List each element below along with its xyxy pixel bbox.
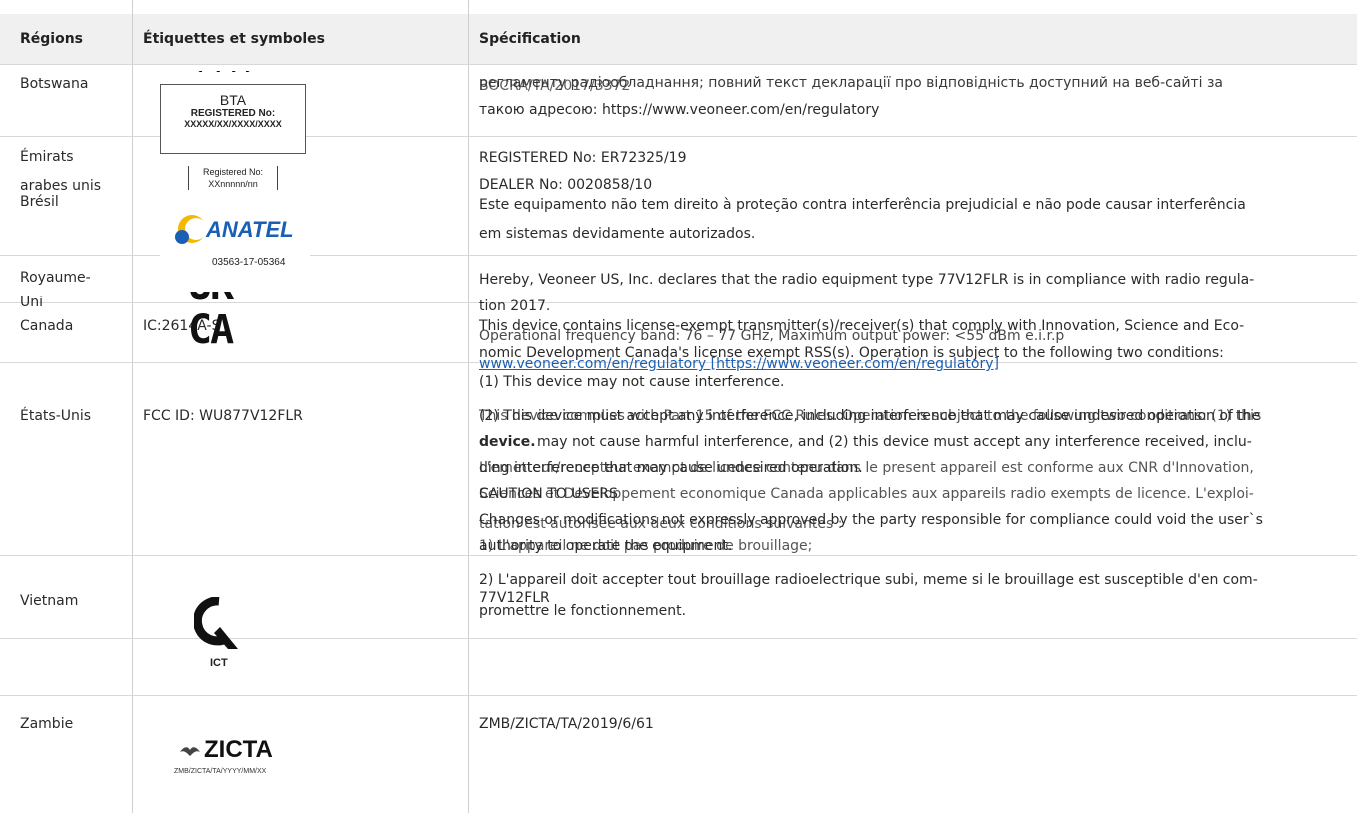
zicta-code: ZMB/ZICTA/TA/YYYY/MM/XX <box>174 768 267 775</box>
region-uk-1: Royaume- <box>20 270 91 286</box>
header-regions: Régions <box>20 31 84 47</box>
spec-zambia-line1: ZMB/ZICTA/TA/2019/6/61 <box>479 716 654 732</box>
label-usa-fcc: FCC ID: WU877V12FLR <box>143 408 303 424</box>
zicta-eagle-icon <box>180 747 200 756</box>
ict-logo: ICT <box>186 597 266 669</box>
spec-usa-overlap-5b: tation est autorisee aux deux conditions… <box>479 516 843 532</box>
spec-emirates-line2: DEALER No: 0020858/10 <box>479 177 653 193</box>
zicta-logo: ZICTA ZMB/ZICTA/TA/YYYY/MM/XX <box>170 736 290 776</box>
bta-code: XXXXX/XX/XXXX/XXXX <box>184 119 282 129</box>
region-emirates-1: Émirats <box>20 149 74 165</box>
ict-q-icon <box>194 597 238 649</box>
spec-usa-overlap-4b: Sciences et Developpement economique Can… <box>479 486 1254 502</box>
header-labels: Étiquettes et symboles <box>143 31 325 47</box>
bta-emblem-icon <box>196 64 256 72</box>
spec-emirates-line1: REGISTERED No: ER72325/19 <box>479 150 687 166</box>
spec-brazil-line1: Este equipamento não tem direito à prote… <box>479 197 1246 213</box>
spec-usa-line7: 2) L'appareil doit accepter tout brouill… <box>479 572 1258 588</box>
uae-registered: Registered No: <box>202 167 264 177</box>
spec-usa-device: device. <box>479 434 536 450</box>
region-uk-2: Uni <box>20 296 44 306</box>
anatel-mark-icon <box>175 215 207 244</box>
spec-usa-line8: promettre le fonctionnement. <box>479 603 687 619</box>
zicta-brand: ZICTA <box>204 736 273 763</box>
anatel-logo: ANATEL 03563-17-05364 <box>160 191 310 271</box>
spec-botswana-overlap-b: BOCRA/TA/2017/3372 <box>479 78 631 94</box>
region-vietnam: Vietnam <box>20 593 79 609</box>
veoneer-regulatory-link[interactable]: www.veoneer.com/en/regulatory [https://w… <box>479 356 999 372</box>
region-botswana: Botswana <box>20 76 89 92</box>
ukca-bottom: CA <box>188 307 234 353</box>
region-emirates-2: arabes unis <box>20 178 102 194</box>
ict-text: ICT <box>210 657 228 669</box>
spec-usa-line2: may not cause harmful interference, and … <box>537 434 1252 450</box>
region-canada: Canada <box>20 318 74 334</box>
region-zambia: Zambie <box>20 716 74 732</box>
spec-uk-line1: Hereby, Veoneer US, Inc. declares that t… <box>479 272 1255 288</box>
spec-canada-line3: (1) This device may not cause interferen… <box>479 374 785 390</box>
region-brazil: Brésil <box>20 194 59 210</box>
ukca-top: UK <box>188 292 234 306</box>
row-divider <box>0 695 1357 696</box>
uae-label-logo: Registered No: XXnnnnn/nn <box>188 166 278 190</box>
column-divider <box>132 0 133 813</box>
row-divider <box>0 555 1357 556</box>
ukca-mark: UK CA <box>188 292 276 354</box>
bta-title: BTA <box>219 92 247 108</box>
spec-uk-line2: tion 2017. <box>479 298 551 314</box>
anatel-brand: ANATEL <box>206 217 294 242</box>
bta-registered: REGISTERED No: <box>190 108 276 119</box>
column-divider <box>468 0 469 813</box>
anatel-code: 03563-17-05364 <box>212 257 286 268</box>
spec-usa-overlap-6b: 1) L'appareil ne doit pas produire de br… <box>479 538 813 554</box>
bta-label-logo: BTA REGISTERED No: XXXXX/XX/XXXX/XXXX <box>160 84 306 154</box>
spec-canada-overlap-b: Operational frequency band: 76 – 77 GHz,… <box>479 328 1065 344</box>
spec-brazil-line2: em sistemas devidamente autorizados. <box>479 226 756 242</box>
spec-usa-overlap-1b: This device complies with Part 15 of the… <box>479 408 1262 424</box>
header-specification: Spécification <box>479 31 581 47</box>
region-usa: États-Unis <box>20 408 92 424</box>
uae-code: XXnnnnn/nn <box>208 179 258 189</box>
spec-botswana-line2: такою адресою: https://www.veoneer.com/e… <box>479 102 880 118</box>
spec-usa-overlap-3b: L'emetteur/recepteur exempt de licence c… <box>479 460 1254 476</box>
